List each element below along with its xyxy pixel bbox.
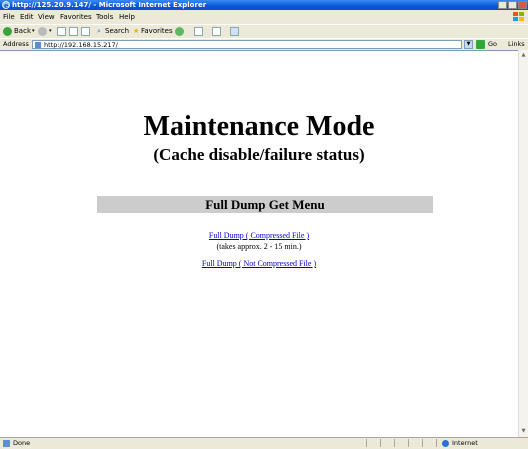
forward-arrow-icon[interactable] — [38, 27, 47, 36]
title-bar: e http://125.20.9.147/ - Microsoft Inter… — [0, 0, 528, 10]
page-icon — [35, 42, 41, 48]
menu-bar: File Edit View Favorites Tools Help — [0, 11, 528, 23]
window-title: http://125.20.9.147/ - Microsoft Interne… — [12, 1, 207, 9]
duration-note: (takes approx. 2 - 15 min.) — [216, 242, 302, 251]
favorites-star-icon[interactable]: ★ — [133, 25, 139, 38]
address-input[interactable]: http://192.168.15.217/ — [32, 40, 462, 49]
menu-help[interactable]: Help — [119, 11, 135, 23]
go-arrow-icon[interactable] — [476, 40, 485, 49]
page-title: Maintenance Mode — [143, 111, 375, 142]
refresh-icon[interactable] — [69, 27, 78, 36]
search-icon[interactable]: ⌕ — [97, 25, 101, 38]
menu-edit[interactable]: Edit — [20, 11, 34, 23]
page-subtitle: (Cache disable/failure status) — [153, 145, 365, 164]
menu-tools[interactable]: Tools — [96, 11, 113, 23]
status-pane — [408, 439, 409, 447]
minimize-button[interactable] — [498, 1, 507, 9]
status-pane — [394, 439, 395, 447]
toolbar: Back ▾ ▾ ⌕ Search ★ Favorites — [0, 24, 528, 38]
menu-favorites[interactable]: Favorites — [60, 11, 92, 23]
svg-text:e: e — [4, 1, 9, 9]
history-icon[interactable] — [175, 27, 184, 36]
search-button[interactable]: Search — [105, 25, 129, 38]
stop-icon[interactable] — [57, 27, 66, 36]
status-text: Done — [13, 439, 31, 447]
full-dump-uncompressed-link[interactable]: Full Dump ( Not Compressed File ) — [0, 259, 518, 268]
vertical-scrollbar[interactable]: ▲ ▼ — [518, 50, 528, 437]
back-arrow-icon[interactable] — [3, 27, 12, 36]
address-label: Address — [3, 40, 29, 48]
mail-icon[interactable] — [194, 27, 203, 36]
status-pane — [436, 439, 437, 447]
menu-file[interactable]: File — [3, 11, 15, 23]
security-zone-label: Internet — [452, 439, 478, 447]
close-button[interactable] — [518, 1, 527, 9]
maximize-button[interactable] — [508, 1, 517, 9]
address-url[interactable]: http://192.168.15.217/ — [44, 41, 118, 49]
menu-view[interactable]: View — [38, 11, 55, 23]
edit-icon[interactable] — [230, 27, 239, 36]
back-button[interactable]: Back — [14, 25, 31, 38]
links-button[interactable]: Links — [508, 39, 525, 50]
scroll-down-icon[interactable]: ▼ — [520, 427, 527, 435]
print-icon[interactable] — [212, 27, 221, 36]
windows-logo-icon — [510, 12, 526, 22]
ie-icon: e — [2, 1, 10, 10]
full-dump-compressed-link[interactable]: Full Dump ( Compressed File ) — [0, 231, 518, 240]
status-pane — [366, 439, 367, 447]
scroll-up-icon[interactable]: ▲ — [520, 51, 527, 59]
status-bar: Done Internet — [0, 437, 528, 449]
home-icon[interactable] — [81, 27, 90, 36]
page-content: Maintenance Mode (Cache disable/failure … — [0, 50, 518, 438]
go-button[interactable]: Go — [488, 39, 497, 50]
status-pane — [380, 439, 381, 447]
favorites-button[interactable]: Favorites — [141, 25, 173, 38]
menu-header: Full Dump Get Menu — [97, 196, 433, 213]
address-bar: Address http://192.168.15.217/ ▼ Go Link… — [0, 38, 528, 50]
back-dropdown-icon[interactable]: ▾ — [32, 25, 35, 38]
forward-dropdown-icon[interactable]: ▾ — [49, 25, 52, 38]
page-status-icon — [3, 440, 10, 447]
status-pane — [422, 439, 423, 447]
internet-zone-icon — [442, 440, 449, 447]
address-dropdown-icon[interactable]: ▼ — [464, 40, 473, 49]
